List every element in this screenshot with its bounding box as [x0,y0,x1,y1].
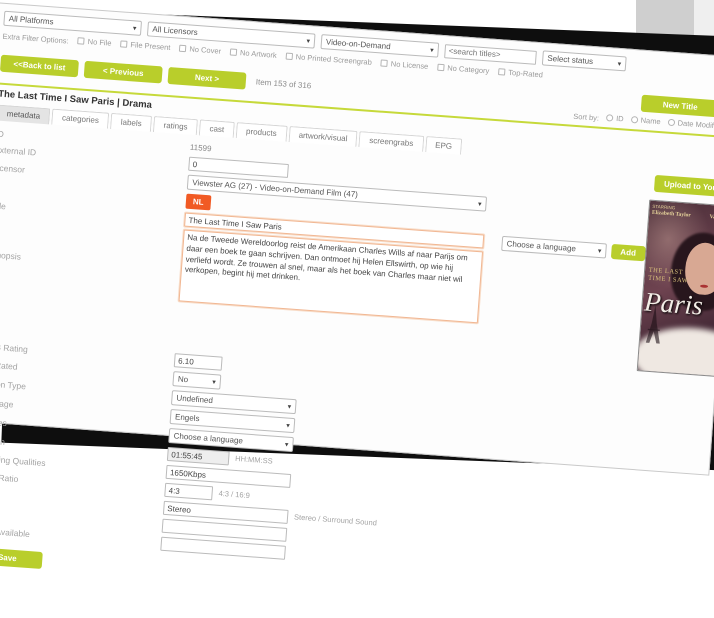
chevron-down-icon: ▾ [617,59,621,67]
audio-hint: Stereo / Surround Sound [294,510,378,527]
metadata-form: ID 11599 External ID Licensor Viewster A… [0,120,651,611]
previous-button[interactable]: < Previous [84,61,163,84]
checkbox-label: No License [391,59,429,71]
add-title-language-button[interactable]: Add [611,244,646,261]
checkbox-no-license[interactable]: No License [381,59,429,71]
chevron-down-icon: ▾ [285,440,289,448]
checkbox-label: No Artwork [240,48,277,60]
status-select-value: Select status [547,54,593,66]
checkbox-no-cover[interactable]: No Cover [179,44,221,56]
checkbox-no-category[interactable]: No Category [437,63,490,76]
radio-label: Date Modified [677,118,714,130]
checkbox-icon [437,64,444,71]
sort-by-label: Sort by: [573,112,599,123]
checkbox-icon [498,68,505,75]
subtitles-value: Choose a language [173,431,243,445]
language-value: Engels [175,412,200,423]
radio-icon [630,116,637,123]
channel-select-value: Video-on-Demand [326,37,391,51]
checkbox-file-present[interactable]: File Present [120,39,171,52]
checkbox-label: No File [87,37,111,48]
poster-title-big: Paris [643,286,704,321]
movie-poster: STARRING Elizabeth Taylor STARRING Van J… [636,199,714,378]
radio-label: ID [616,114,624,124]
poster-title-small: THE LAST TIME I SAW [648,267,701,287]
save-button[interactable]: Save [0,547,43,569]
aspect-ratio-field[interactable] [164,483,213,500]
poster-starring-left: STARRING Elizabeth Taylor [652,204,699,220]
top-rated-value: No [178,374,189,384]
version-type-value: Undefined [176,393,213,405]
top-rated-select[interactable]: No ▾ [172,371,221,389]
status-select[interactable]: Select status ▾ [542,50,627,71]
checkbox-no-file[interactable]: No File [77,36,111,47]
item-position-text: Item 153 of 316 [256,77,312,90]
duration-field[interactable] [167,447,230,466]
upload-to-youtube-button[interactable]: Upload to YouTube [653,175,714,199]
main-content: ID 11599 External ID Licensor Viewster A… [0,120,714,616]
radio-icon [667,119,674,126]
new-title-button[interactable]: New Title [641,95,714,118]
checkbox-icon [285,53,292,60]
licensor-filter-value: All Licensors [152,25,198,37]
poster-starring-right: STARRING Van Johnson [693,207,714,223]
checkbox-no-artwork[interactable]: No Artwork [230,47,277,59]
checkbox-icon [179,45,186,52]
checkbox-icon [120,40,127,47]
checkbox-icon [381,60,388,67]
checkbox-label: No Cover [189,44,221,55]
checkbox-label: No Category [447,63,490,75]
aspect-ratio-hint: 4:3 / 16:9 [218,487,250,500]
chevron-down-icon: ▾ [286,421,290,429]
chevron-down-icon: ▾ [133,24,137,32]
checkbox-label: File Present [130,40,171,52]
chevron-down-icon: ▾ [287,402,291,410]
platform-select-value: All Platforms [8,14,53,26]
nl-language-button[interactable]: NL [185,194,211,211]
checkbox-label: Top-Rated [508,68,543,80]
checkbox-no-printed-screengrab[interactable]: No Printed Screengrab [285,52,372,67]
checkbox-top-rated[interactable]: Top-Rated [498,67,543,79]
chevron-down-icon: ▾ [430,46,434,54]
title-language-value: Choose a language [506,239,576,253]
extra-filter-label: Extra Filter Options: [2,32,69,46]
sort-radio-id[interactable]: ID [606,113,624,123]
chevron-down-icon: ▾ [306,37,310,45]
channel-select[interactable]: Video-on-Demand ▾ [320,34,439,58]
id-value: 11599 [190,141,212,154]
radio-icon [606,114,613,121]
back-to-list-button[interactable]: <<Back to list [0,55,79,78]
checkbox-icon [230,48,237,55]
chevron-down-icon: ▾ [478,200,482,208]
search-input[interactable] [444,44,537,65]
chevron-down-icon: ▾ [598,246,602,254]
app-page: All Platforms ▾ All Licensors ▾ Video-on… [0,2,714,476]
imdb-rating-field[interactable] [174,353,223,370]
duration-hint: HH:MM:SS [235,452,273,466]
chevron-down-icon: ▾ [212,378,216,386]
radio-label: Name [640,116,661,126]
next-button[interactable]: Next > [167,67,246,90]
sort-radio-date-modified[interactable]: Date Modified [667,118,714,131]
checkbox-icon [78,37,85,44]
checkbox-label: No Printed Screengrab [295,52,372,67]
sort-radio-name[interactable]: Name [630,115,661,126]
